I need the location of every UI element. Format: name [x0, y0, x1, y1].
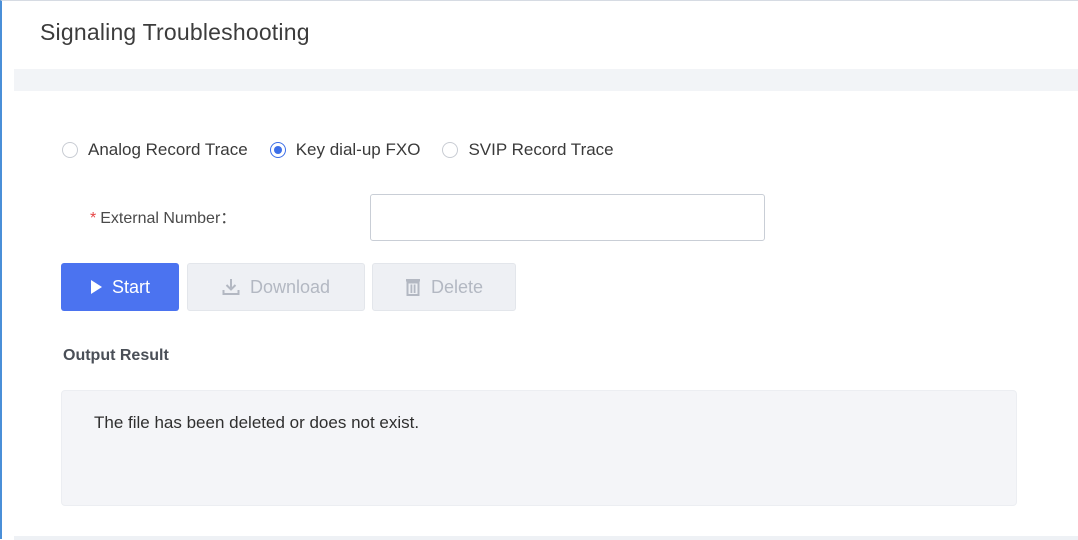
- page-header: Signaling Troubleshooting: [14, 1, 1078, 69]
- output-message: The file has been deleted or does not ex…: [94, 413, 420, 432]
- start-button-label: Start: [111, 276, 150, 297]
- radio-label: Key dial-up FXO: [295, 140, 421, 159]
- radio-label: Analog Record Trace: [88, 140, 248, 159]
- download-icon: [222, 278, 240, 296]
- radio-button-unchecked[interactable]: [62, 142, 78, 158]
- radio-svip-record-trace[interactable]: SVIP Record Trace: [442, 140, 614, 160]
- radio-key-dial-up-fxo[interactable]: Key dial-up FXO: [269, 140, 421, 160]
- output-result-title: Output Result: [63, 347, 169, 364]
- delete-button-label: Delete: [430, 276, 484, 297]
- download-button[interactable]: Download: [187, 263, 365, 311]
- trash-icon: [405, 278, 421, 296]
- page-frame: Signaling Troubleshooting Analog Record …: [0, 0, 1078, 540]
- external-number-label-text: External Number：: [100, 210, 237, 227]
- trace-type-radio-group: Analog Record Trace Key dial-up FXO SVIP…: [62, 137, 636, 163]
- play-icon: [90, 280, 102, 294]
- output-result-box: The file has been deleted or does not ex…: [61, 390, 1017, 506]
- external-number-label: * External Number：: [90, 204, 236, 228]
- header-divider-band: [14, 69, 1078, 91]
- radio-label: SVIP Record Trace: [468, 140, 614, 159]
- page-title: Signaling Troubleshooting: [40, 19, 310, 45]
- required-asterisk: *: [90, 210, 97, 227]
- radio-button-checked[interactable]: [269, 142, 286, 158]
- download-button-label: Download: [249, 276, 331, 297]
- radio-analog-record-trace[interactable]: Analog Record Trace: [62, 140, 248, 160]
- external-number-input[interactable]: [370, 194, 765, 241]
- bottom-divider: [14, 536, 1078, 540]
- delete-button[interactable]: Delete: [372, 263, 516, 311]
- radio-button-unchecked[interactable]: [442, 142, 459, 158]
- start-button[interactable]: Start: [61, 263, 179, 311]
